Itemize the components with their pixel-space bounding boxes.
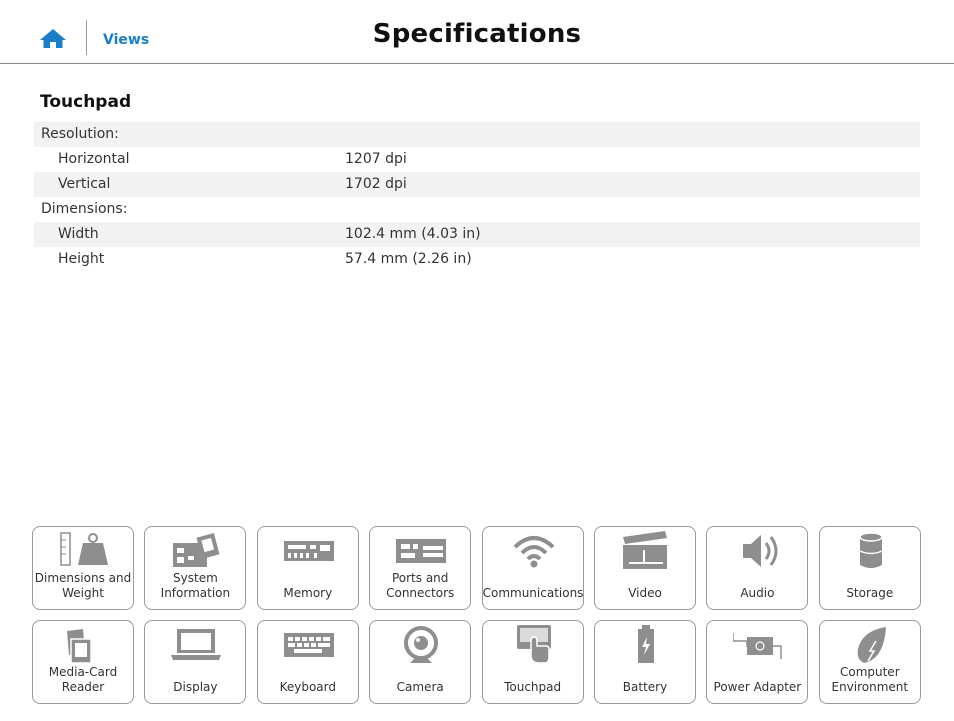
category-tile[interactable]: Touchpad <box>481 620 584 704</box>
category-tile[interactable]: Video <box>594 526 696 610</box>
spec-label: Height <box>58 251 105 267</box>
category-tile-label: Video <box>628 586 662 600</box>
category-tile[interactable]: Media-Card Reader <box>32 620 134 704</box>
category-tile[interactable]: Display <box>144 620 247 704</box>
category-tile[interactable]: Camera <box>369 620 472 704</box>
category-tile[interactable]: Audio <box>706 526 809 610</box>
category-tile-label: System Information <box>160 571 231 600</box>
spec-label: Dimensions: <box>41 201 128 217</box>
spec-table: Resolution: Horizontal 1207 dpi Vertical 170… <box>34 122 920 272</box>
spec-label: Horizontal <box>58 151 130 167</box>
category-tile-label: Display <box>173 680 218 694</box>
spec-row: Dimensions: <box>34 197 920 222</box>
spec-value: 57.4 mm (2.26 in) <box>345 251 472 267</box>
page-title: Specifications <box>372 19 582 49</box>
spec-row: Resolution: <box>34 122 920 147</box>
category-tile[interactable]: Ports and Connectors <box>369 526 472 610</box>
category-tile-label: Keyboard <box>279 680 336 694</box>
category-tile-label: Ports and Connectors <box>386 571 455 600</box>
spec-row: Vertical 1702 dpi <box>34 172 920 197</box>
video-clapperboard-icon <box>623 531 667 569</box>
category-tile-label: Camera <box>396 680 444 694</box>
category-tile-label: Storage <box>846 586 894 600</box>
spec-row: Width 102.4 mm (4.03 in) <box>34 222 920 247</box>
category-tile-label: Touchpad <box>504 680 562 694</box>
leaf-icon <box>857 627 886 663</box>
media-card-icon <box>67 629 92 664</box>
memory-icon <box>283 541 334 561</box>
category-tile-label: Power Adapter <box>713 680 802 694</box>
spec-row: Horizontal 1207 dpi <box>34 147 920 172</box>
system-information-icon <box>173 533 220 567</box>
category-tile[interactable]: Keyboard <box>256 620 359 704</box>
category-tile[interactable]: Communications <box>481 526 584 610</box>
spec-label: Vertical <box>58 176 111 192</box>
category-tile[interactable]: Dimensions and Weight <box>32 526 134 610</box>
category-tile-label: Audio <box>740 586 775 600</box>
category-tile[interactable]: Memory <box>256 526 359 610</box>
webcam-icon <box>404 626 439 663</box>
laptop-display-icon <box>171 629 222 660</box>
touchpad-icon <box>516 625 551 664</box>
category-tile-label: Dimensions and Weight <box>34 571 132 600</box>
battery-icon <box>638 625 654 663</box>
header-bar: Views Specifications <box>0 0 954 64</box>
spec-value: 102.4 mm (4.03 in) <box>345 226 481 242</box>
category-tile-label: Computer Environment <box>831 665 909 694</box>
category-tile-label: Media-Card Reader <box>48 665 118 694</box>
keyboard-icon <box>283 633 334 657</box>
power-adapter-icon <box>733 633 783 659</box>
category-tile-label: Battery <box>622 680 668 694</box>
spec-row: Height 57.4 mm (2.26 in) <box>34 247 920 272</box>
speaker-icon <box>743 535 778 567</box>
category-tile[interactable]: Battery <box>594 620 696 704</box>
category-tile-label: Memory <box>283 586 333 600</box>
category-tile[interactable]: System Information <box>144 526 247 610</box>
wifi-icon <box>513 536 554 568</box>
section-title: Touchpad <box>40 92 132 112</box>
category-tile[interactable]: Power Adapter <box>706 620 809 704</box>
storage-cylinder-icon <box>859 532 883 568</box>
spec-label: Width <box>58 226 99 242</box>
category-tile-label: Communications <box>482 586 584 600</box>
spec-value: 1207 dpi <box>345 151 407 167</box>
category-tile[interactable]: Computer Environment <box>818 620 921 704</box>
spec-value: 1702 dpi <box>345 176 407 192</box>
dimensions-weight-icon <box>60 532 108 566</box>
category-tile[interactable]: Storage <box>818 526 921 610</box>
ports-connectors-icon <box>396 539 447 563</box>
spec-label: Resolution: <box>41 126 119 142</box>
